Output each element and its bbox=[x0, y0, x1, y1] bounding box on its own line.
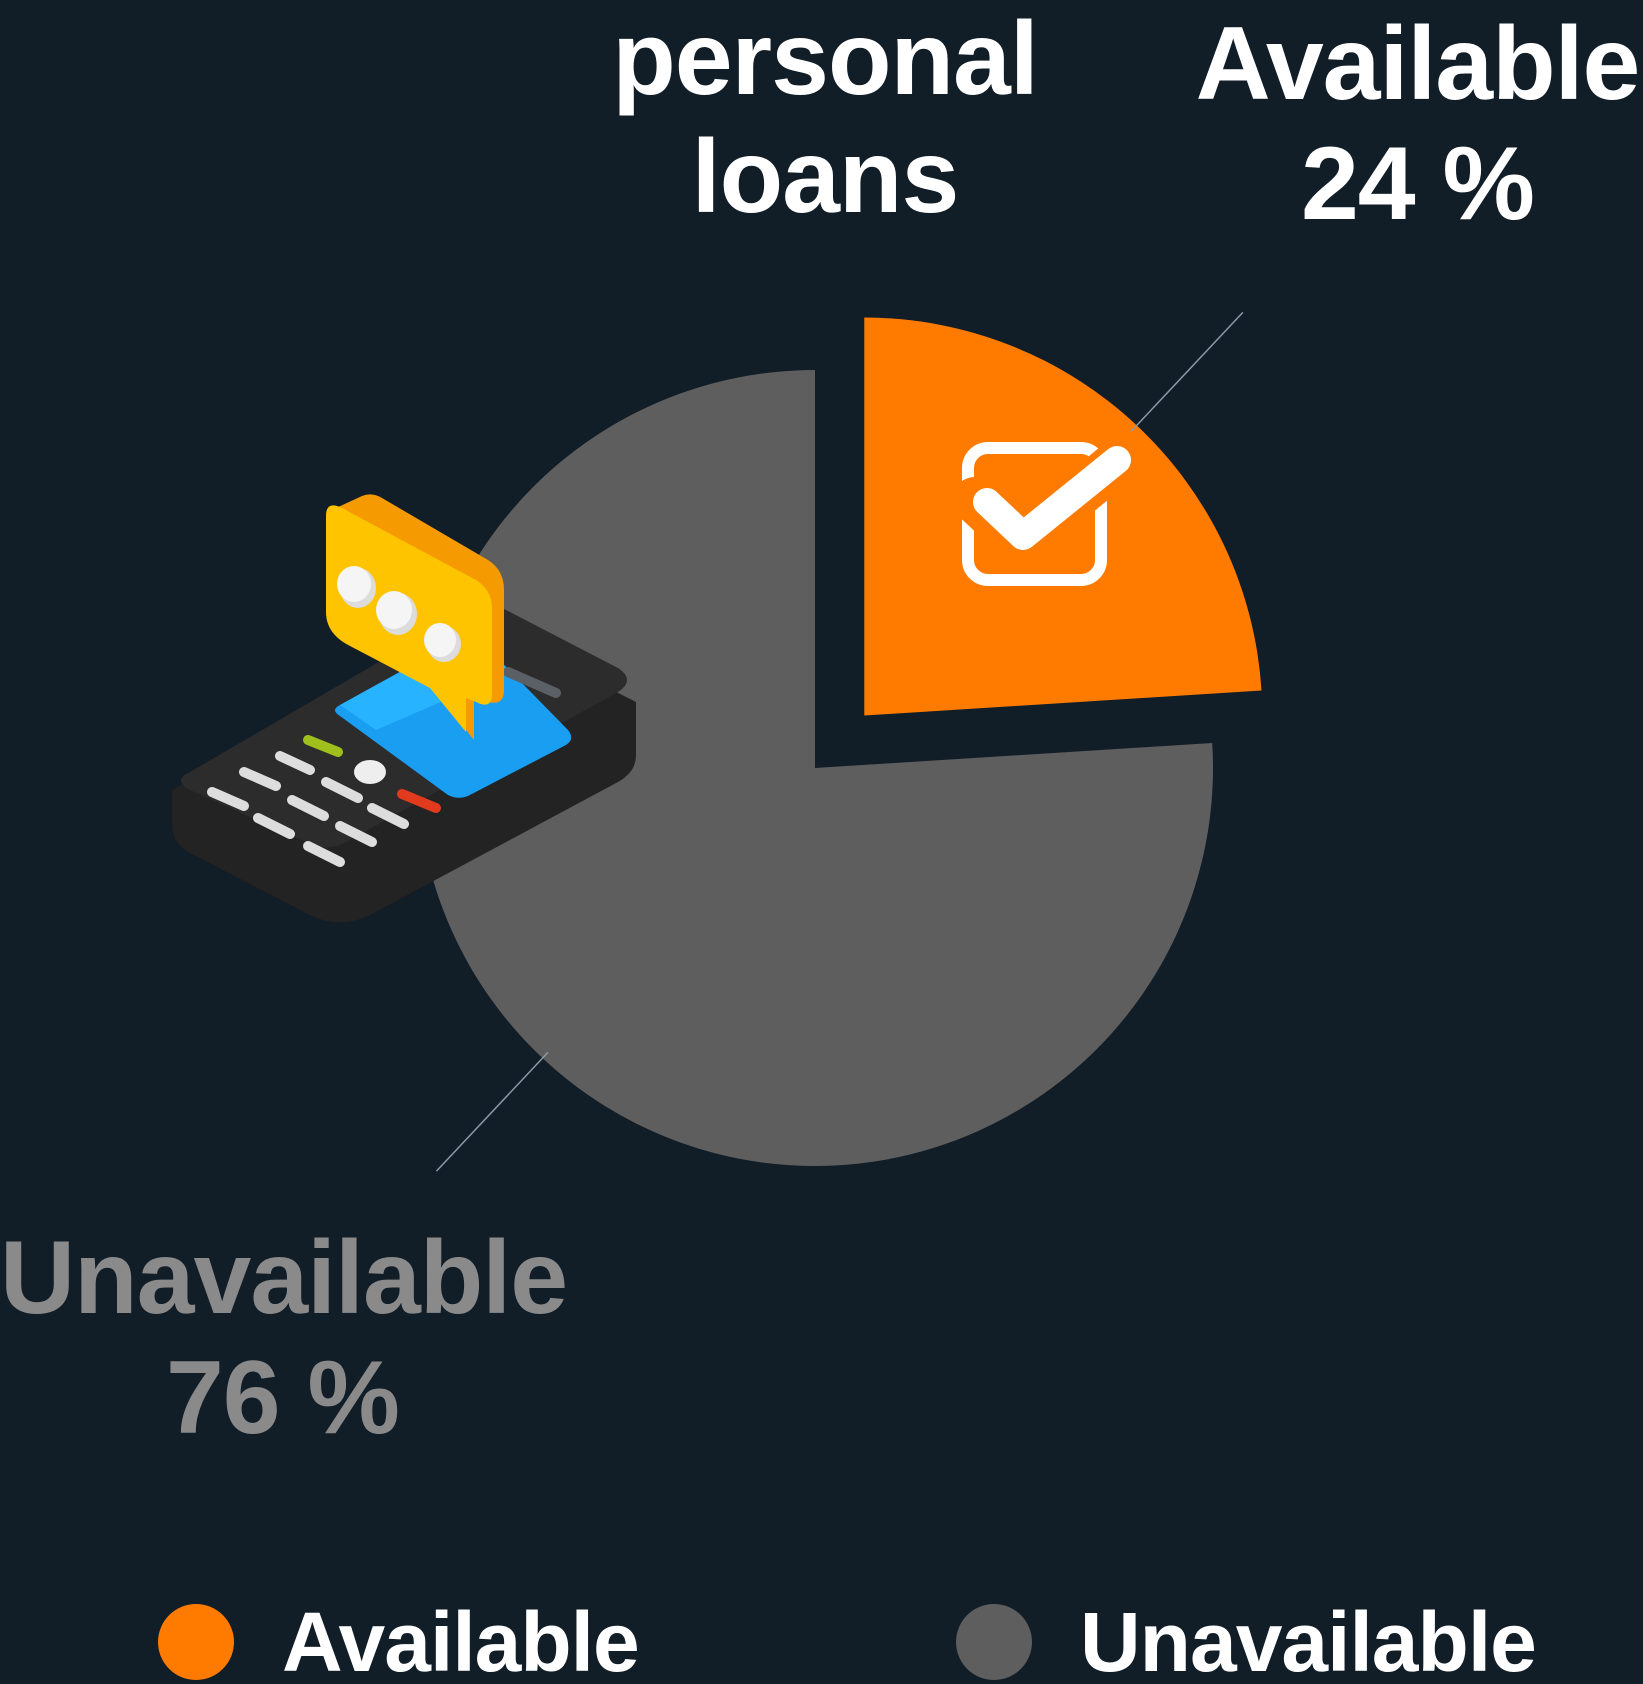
data-label-unavailable-value: 76 % bbox=[165, 1340, 400, 1456]
legend-label-available: Available bbox=[282, 1594, 640, 1684]
legend-swatch-unavailable bbox=[956, 1604, 1032, 1680]
legend-label-unavailable: Unavailable bbox=[1080, 1594, 1537, 1684]
data-label-unavailable: Unavailable 76 % bbox=[0, 1218, 568, 1458]
chart-title: personal loans bbox=[595, 0, 1055, 236]
chart-canvas: personal loans Available 24 % Unavailabl… bbox=[0, 0, 1643, 1684]
data-label-unavailable-name: Unavailable bbox=[0, 1220, 568, 1336]
legend-swatch-available bbox=[158, 1604, 234, 1680]
data-label-available-name: Available bbox=[1195, 6, 1641, 122]
leader-line-available bbox=[1130, 311, 1244, 432]
legend-item-unavailable: Unavailable bbox=[956, 1595, 1537, 1684]
data-label-available-value: 24 % bbox=[1300, 126, 1535, 242]
legend-item-available: Available bbox=[158, 1595, 640, 1684]
chart-title-line-1: personal bbox=[612, 1, 1038, 117]
leader-line-unavailable bbox=[435, 1051, 549, 1172]
data-label-available: Available 24 % bbox=[1195, 4, 1641, 244]
chart-title-line-2: loans bbox=[691, 119, 960, 235]
legend: Available Unavailable bbox=[0, 1595, 1643, 1684]
